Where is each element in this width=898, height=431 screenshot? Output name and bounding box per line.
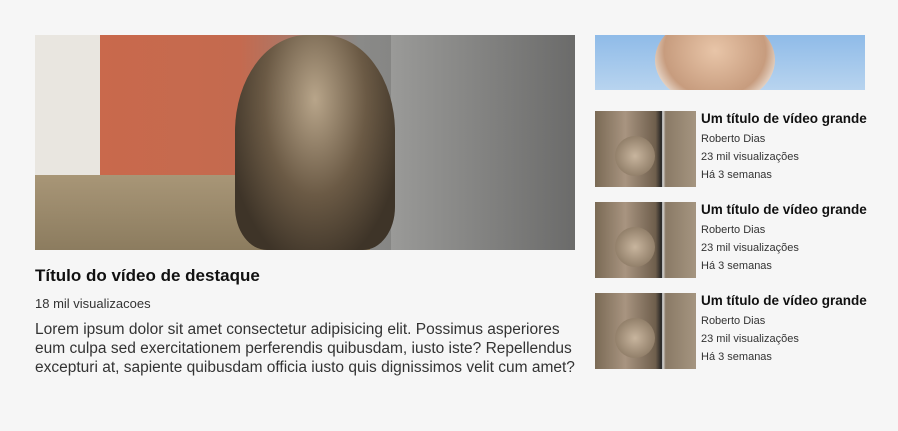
video-author: Roberto Dias (701, 133, 766, 145)
video-thumbnail[interactable] (595, 111, 696, 187)
featured-views: 18 mil visualizacoes (35, 296, 151, 311)
video-views: 23 mil visualizações (701, 242, 799, 254)
video-thumbnail[interactable] (595, 202, 696, 278)
video-age: Há 3 semanas (701, 351, 772, 363)
thumbnail-cat (235, 35, 395, 250)
video-title[interactable]: Um título de vídeo grande (701, 202, 867, 217)
video-views: 23 mil visualizações (701, 333, 799, 345)
video-list-item[interactable]: Um título de vídeo grande Roberto Dias 2… (595, 293, 875, 370)
video-age: Há 3 semanas (701, 169, 772, 181)
video-age: Há 3 semanas (701, 260, 772, 272)
featured-video-thumbnail[interactable] (35, 35, 575, 250)
video-views: 23 mil visualizações (701, 151, 799, 163)
video-list-item[interactable]: Um título de vídeo grande Roberto Dias 2… (595, 202, 875, 279)
video-list-item[interactable]: Um título de vídeo grande Roberto Dias 2… (595, 111, 875, 188)
featured-description: Lorem ipsum dolor sit amet consectetur a… (35, 321, 575, 376)
video-thumbnail[interactable] (595, 293, 696, 369)
featured-title[interactable]: Título do vídeo de destaque (35, 266, 260, 286)
thumbnail-wall (391, 35, 575, 250)
video-title[interactable]: Um título de vídeo grande (701, 111, 867, 126)
video-author: Roberto Dias (701, 224, 766, 236)
video-title[interactable]: Um título de vídeo grande (701, 293, 867, 308)
video-author: Roberto Dias (701, 315, 766, 327)
thumbnail-cat (655, 35, 775, 90)
sidebar-top-video-thumbnail[interactable] (595, 35, 865, 90)
